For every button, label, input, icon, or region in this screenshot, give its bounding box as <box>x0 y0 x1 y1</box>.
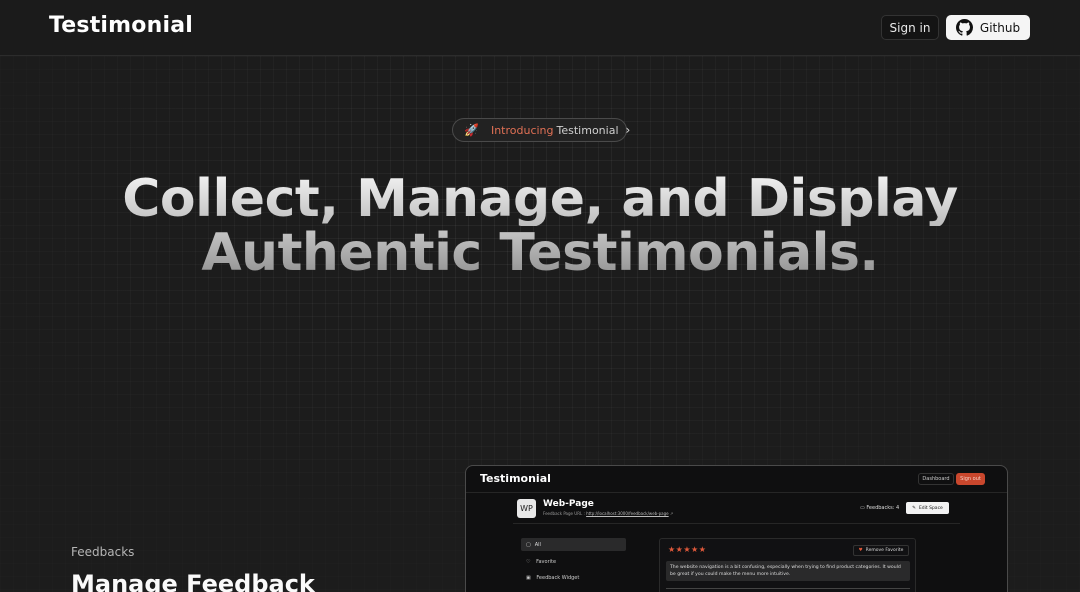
star-rating: ★★★★★ <box>668 545 707 554</box>
preview-url-label: Feedback Page URL : <box>543 511 585 516</box>
hero-line-2: Authentic Testimonials. <box>0 226 1080 280</box>
hero-line-1: Collect, Manage, and Display <box>0 172 1080 226</box>
badge-highlight: Introducing <box>490 123 554 137</box>
chevron-right-icon: › <box>625 123 631 137</box>
preview-divider <box>513 523 960 524</box>
section-kicker: Feedbacks <box>71 545 135 559</box>
edit-icon: ✎ <box>912 505 916 511</box>
section-title: Manage Feedback <box>71 570 315 592</box>
badge-text: Testimonial <box>556 123 619 137</box>
preview-sidebar-item-all: ▢ All <box>521 538 626 551</box>
preview-sidebar-all-label: All <box>534 541 541 548</box>
preview-sign-out-button: Sign out <box>956 473 985 485</box>
top-navbar: Testimonial Sign in Github <box>0 0 1080 56</box>
preview-feedback-card: ★★★★★ ♥ Remove Favorite The website navi… <box>659 538 916 592</box>
preview-feedback-message: The website navigation is a bit confusin… <box>666 561 910 581</box>
heart-icon: ♡ <box>526 559 531 565</box>
hero-heading: Collect, Manage, and Display Authentic T… <box>0 172 1080 280</box>
preview-dashboard-button: Dashboard <box>918 473 954 485</box>
preview-feedback-count-text: Feedbacks: 4 <box>866 505 900 511</box>
preview-feedback-count: ▭ Feedbacks: 4 <box>860 505 899 511</box>
inbox-icon: ▢ <box>526 541 531 548</box>
preview-navbar: Testimonial Dashboard Sign out <box>466 466 1007 493</box>
heart-filled-icon: ♥ <box>858 548 863 553</box>
github-button-label: Github <box>979 20 1021 35</box>
preview-card-divider <box>666 588 910 589</box>
sign-in-button[interactable]: Sign in <box>881 15 939 40</box>
comment-icon: ▭ <box>860 505 865 511</box>
preview-edit-label: Edit Space <box>918 505 943 511</box>
preview-sidebar-widget-label: Feedback Widget <box>536 575 580 581</box>
preview-remove-favorite-button: ♥ Remove Favorite <box>853 545 909 556</box>
preview-remove-label: Remove Favorite <box>865 548 904 553</box>
brand-logo[interactable]: Testimonial <box>49 13 193 38</box>
preview-url: Feedback Page URL : http://localhost:300… <box>543 511 673 516</box>
rocket-icon: 🚀 <box>464 123 479 137</box>
github-icon <box>955 19 973 36</box>
preview-url-link: http://localhost:3000/feedback/web-page <box>586 511 669 516</box>
introducing-badge[interactable]: 🚀 Introducing Testimonial › <box>452 118 630 142</box>
preview-sidebar-favorite-label: Favorite <box>536 559 557 565</box>
preview-brand: Testimonial <box>480 472 551 485</box>
github-button[interactable]: Github <box>946 15 1030 40</box>
widget-icon: ▣ <box>526 575 531 581</box>
external-link-icon: ↗ <box>669 511 674 516</box>
preview-space-avatar: WP <box>517 499 536 518</box>
app-preview-window: Testimonial Dashboard Sign out WP Web-Pa… <box>465 465 1008 592</box>
preview-space-title: Web-Page <box>543 499 594 509</box>
preview-edit-space-button: ✎ Edit Space <box>906 502 949 514</box>
preview-sidebar-item-widget: ▣ Feedback Widget <box>526 575 579 581</box>
preview-sidebar-item-favorite: ♡ Favorite <box>526 559 556 565</box>
